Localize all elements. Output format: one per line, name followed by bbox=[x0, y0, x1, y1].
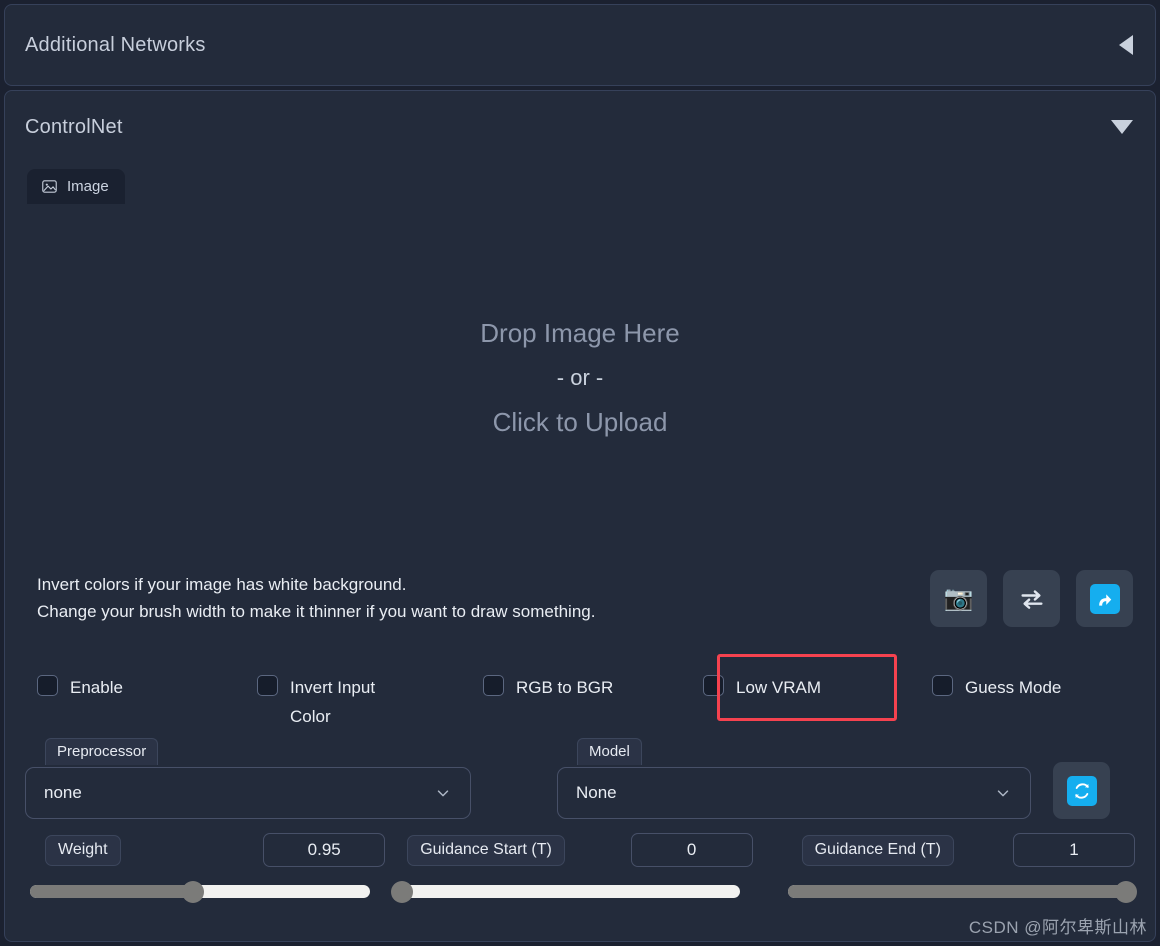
model-label: Model bbox=[577, 738, 642, 765]
guidance-start-number-input[interactable]: 0 bbox=[630, 833, 753, 867]
preprocessor-value: none bbox=[44, 783, 82, 802]
guidance-start-slider-track[interactable] bbox=[391, 880, 741, 903]
guidance-end-slider-fill bbox=[787, 885, 1126, 898]
checkbox-low-vram-label: Low VRAM bbox=[736, 678, 822, 697]
guidance-end-slider-head: Guidance End (T) 1 bbox=[780, 833, 1136, 867]
guidance-end-slider-track[interactable] bbox=[787, 880, 1137, 903]
webcam-button[interactable]: 📷 bbox=[930, 570, 987, 627]
controlnet-title: ControlNet bbox=[25, 115, 123, 138]
controlnet-body: Image Drop Image Here - or - Click to Up… bbox=[5, 169, 1155, 903]
swap-arrows-icon bbox=[1020, 589, 1043, 609]
checkbox-enable[interactable]: Enable bbox=[37, 673, 123, 702]
checkbox-guess-mode-label: Guess Mode bbox=[965, 678, 1062, 697]
dropzone-click-text[interactable]: Click to Upload bbox=[493, 402, 668, 444]
checkbox-guess-mode[interactable]: Guess Mode bbox=[932, 673, 1061, 702]
chevron-down-icon bbox=[437, 790, 449, 797]
guidance-start-label: Guidance Start (T) bbox=[407, 834, 565, 866]
model-value: None bbox=[576, 783, 617, 802]
guidance-end-number-input[interactable]: 1 bbox=[1013, 833, 1136, 867]
caret-down-icon bbox=[1111, 120, 1133, 134]
additional-networks-title: Additional Networks bbox=[25, 33, 206, 56]
preprocessor-label: Preprocessor bbox=[45, 738, 159, 765]
weight-label: Weight bbox=[45, 834, 121, 866]
weight-number-input[interactable]: 0.95 bbox=[263, 833, 386, 867]
tab-image[interactable]: Image bbox=[27, 169, 125, 204]
dropzone-or-text: - or - bbox=[556, 365, 604, 391]
controlnet-options-row: Enable Invert Input Color RGB to BGR Low… bbox=[25, 654, 1135, 727]
hint-line-2: Change your brush width to make it thinn… bbox=[37, 601, 596, 621]
hint-line-1: Invert colors if your image has white ba… bbox=[37, 575, 407, 595]
chevron-down-icon bbox=[997, 790, 1009, 797]
checkbox-invert-input-color-box[interactable] bbox=[257, 675, 278, 696]
preprocessor-select[interactable]: none bbox=[25, 767, 471, 819]
checkbox-invert-input-color[interactable]: Invert Input Color bbox=[257, 673, 395, 731]
checkbox-rgb-to-bgr[interactable]: RGB to BGR bbox=[483, 673, 613, 702]
model-field: Model None bbox=[557, 738, 1031, 819]
slider-row: Weight 0.95 Guidance Start (T) 0 Guidanc… bbox=[25, 833, 1137, 903]
image-icon bbox=[42, 180, 57, 193]
checkbox-enable-box[interactable] bbox=[37, 675, 58, 696]
additional-networks-collapse-toggle[interactable] bbox=[1119, 35, 1133, 55]
checkbox-low-vram-box[interactable] bbox=[703, 675, 724, 696]
checkbox-low-vram[interactable]: Low VRAM bbox=[703, 673, 821, 702]
weight-slider-head: Weight 0.95 bbox=[25, 833, 386, 867]
weight-slider-group: Weight 0.95 bbox=[25, 833, 386, 903]
weight-slider-track[interactable] bbox=[30, 880, 370, 903]
hint-row: Invert colors if your image has white ba… bbox=[25, 570, 1135, 627]
send-dimensions-button[interactable] bbox=[1076, 570, 1133, 627]
checkbox-guess-mode-box[interactable] bbox=[932, 675, 953, 696]
additional-networks-panel: Additional Networks bbox=[4, 4, 1156, 86]
controlnet-tabbar: Image bbox=[25, 169, 1135, 204]
controlnet-collapse-toggle[interactable] bbox=[1111, 120, 1133, 134]
dropzone-drop-text: Drop Image Here bbox=[480, 317, 680, 348]
model-selection-row: Preprocessor none Model None bbox=[25, 738, 1135, 819]
guidance-end-label: Guidance End (T) bbox=[801, 834, 954, 866]
hint-text: Invert colors if your image has white ba… bbox=[37, 572, 595, 625]
caret-left-icon bbox=[1119, 35, 1133, 55]
image-upload-dropzone[interactable]: Drop Image Here - or - Click to Upload bbox=[25, 202, 1135, 554]
preprocessor-field: Preprocessor none bbox=[25, 738, 471, 819]
tab-image-label: Image bbox=[67, 178, 109, 195]
guidance-end-slider-thumb[interactable] bbox=[1114, 880, 1137, 903]
watermark: CSDN @阿尔卑斯山林 bbox=[968, 918, 1147, 937]
arrow-heading-up-icon bbox=[1089, 583, 1120, 614]
image-action-buttons: 📷 bbox=[930, 570, 1135, 627]
guidance-end-slider-group: Guidance End (T) 1 bbox=[780, 833, 1137, 903]
weight-slider-thumb[interactable] bbox=[182, 880, 205, 903]
checkbox-invert-input-color-label: Invert Input Color bbox=[290, 678, 376, 727]
checkbox-rgb-to-bgr-box[interactable] bbox=[483, 675, 504, 696]
weight-slider-fill bbox=[30, 885, 194, 898]
refresh-icon bbox=[1066, 775, 1097, 806]
controlnet-header[interactable]: ControlNet bbox=[5, 91, 1155, 163]
controlnet-panel: ControlNet Image Drop Image Here - or - … bbox=[4, 90, 1156, 942]
guidance-start-slider-group: Guidance Start (T) 0 bbox=[391, 833, 753, 903]
checkbox-enable-label: Enable bbox=[70, 678, 123, 697]
guidance-start-slider-head: Guidance Start (T) 0 bbox=[397, 833, 753, 867]
additional-networks-header[interactable]: Additional Networks bbox=[5, 5, 1155, 85]
model-select[interactable]: None bbox=[557, 767, 1031, 819]
checkbox-rgb-to-bgr-label: RGB to BGR bbox=[516, 678, 614, 697]
refresh-models-button[interactable] bbox=[1053, 762, 1110, 819]
camera-icon: 📷 bbox=[943, 584, 974, 612]
guidance-start-slider-thumb[interactable] bbox=[391, 880, 414, 903]
mirror-webcam-button[interactable] bbox=[1003, 570, 1060, 627]
controlnet-page: Additional Networks ControlNet Image Dro… bbox=[0, 0, 1160, 946]
